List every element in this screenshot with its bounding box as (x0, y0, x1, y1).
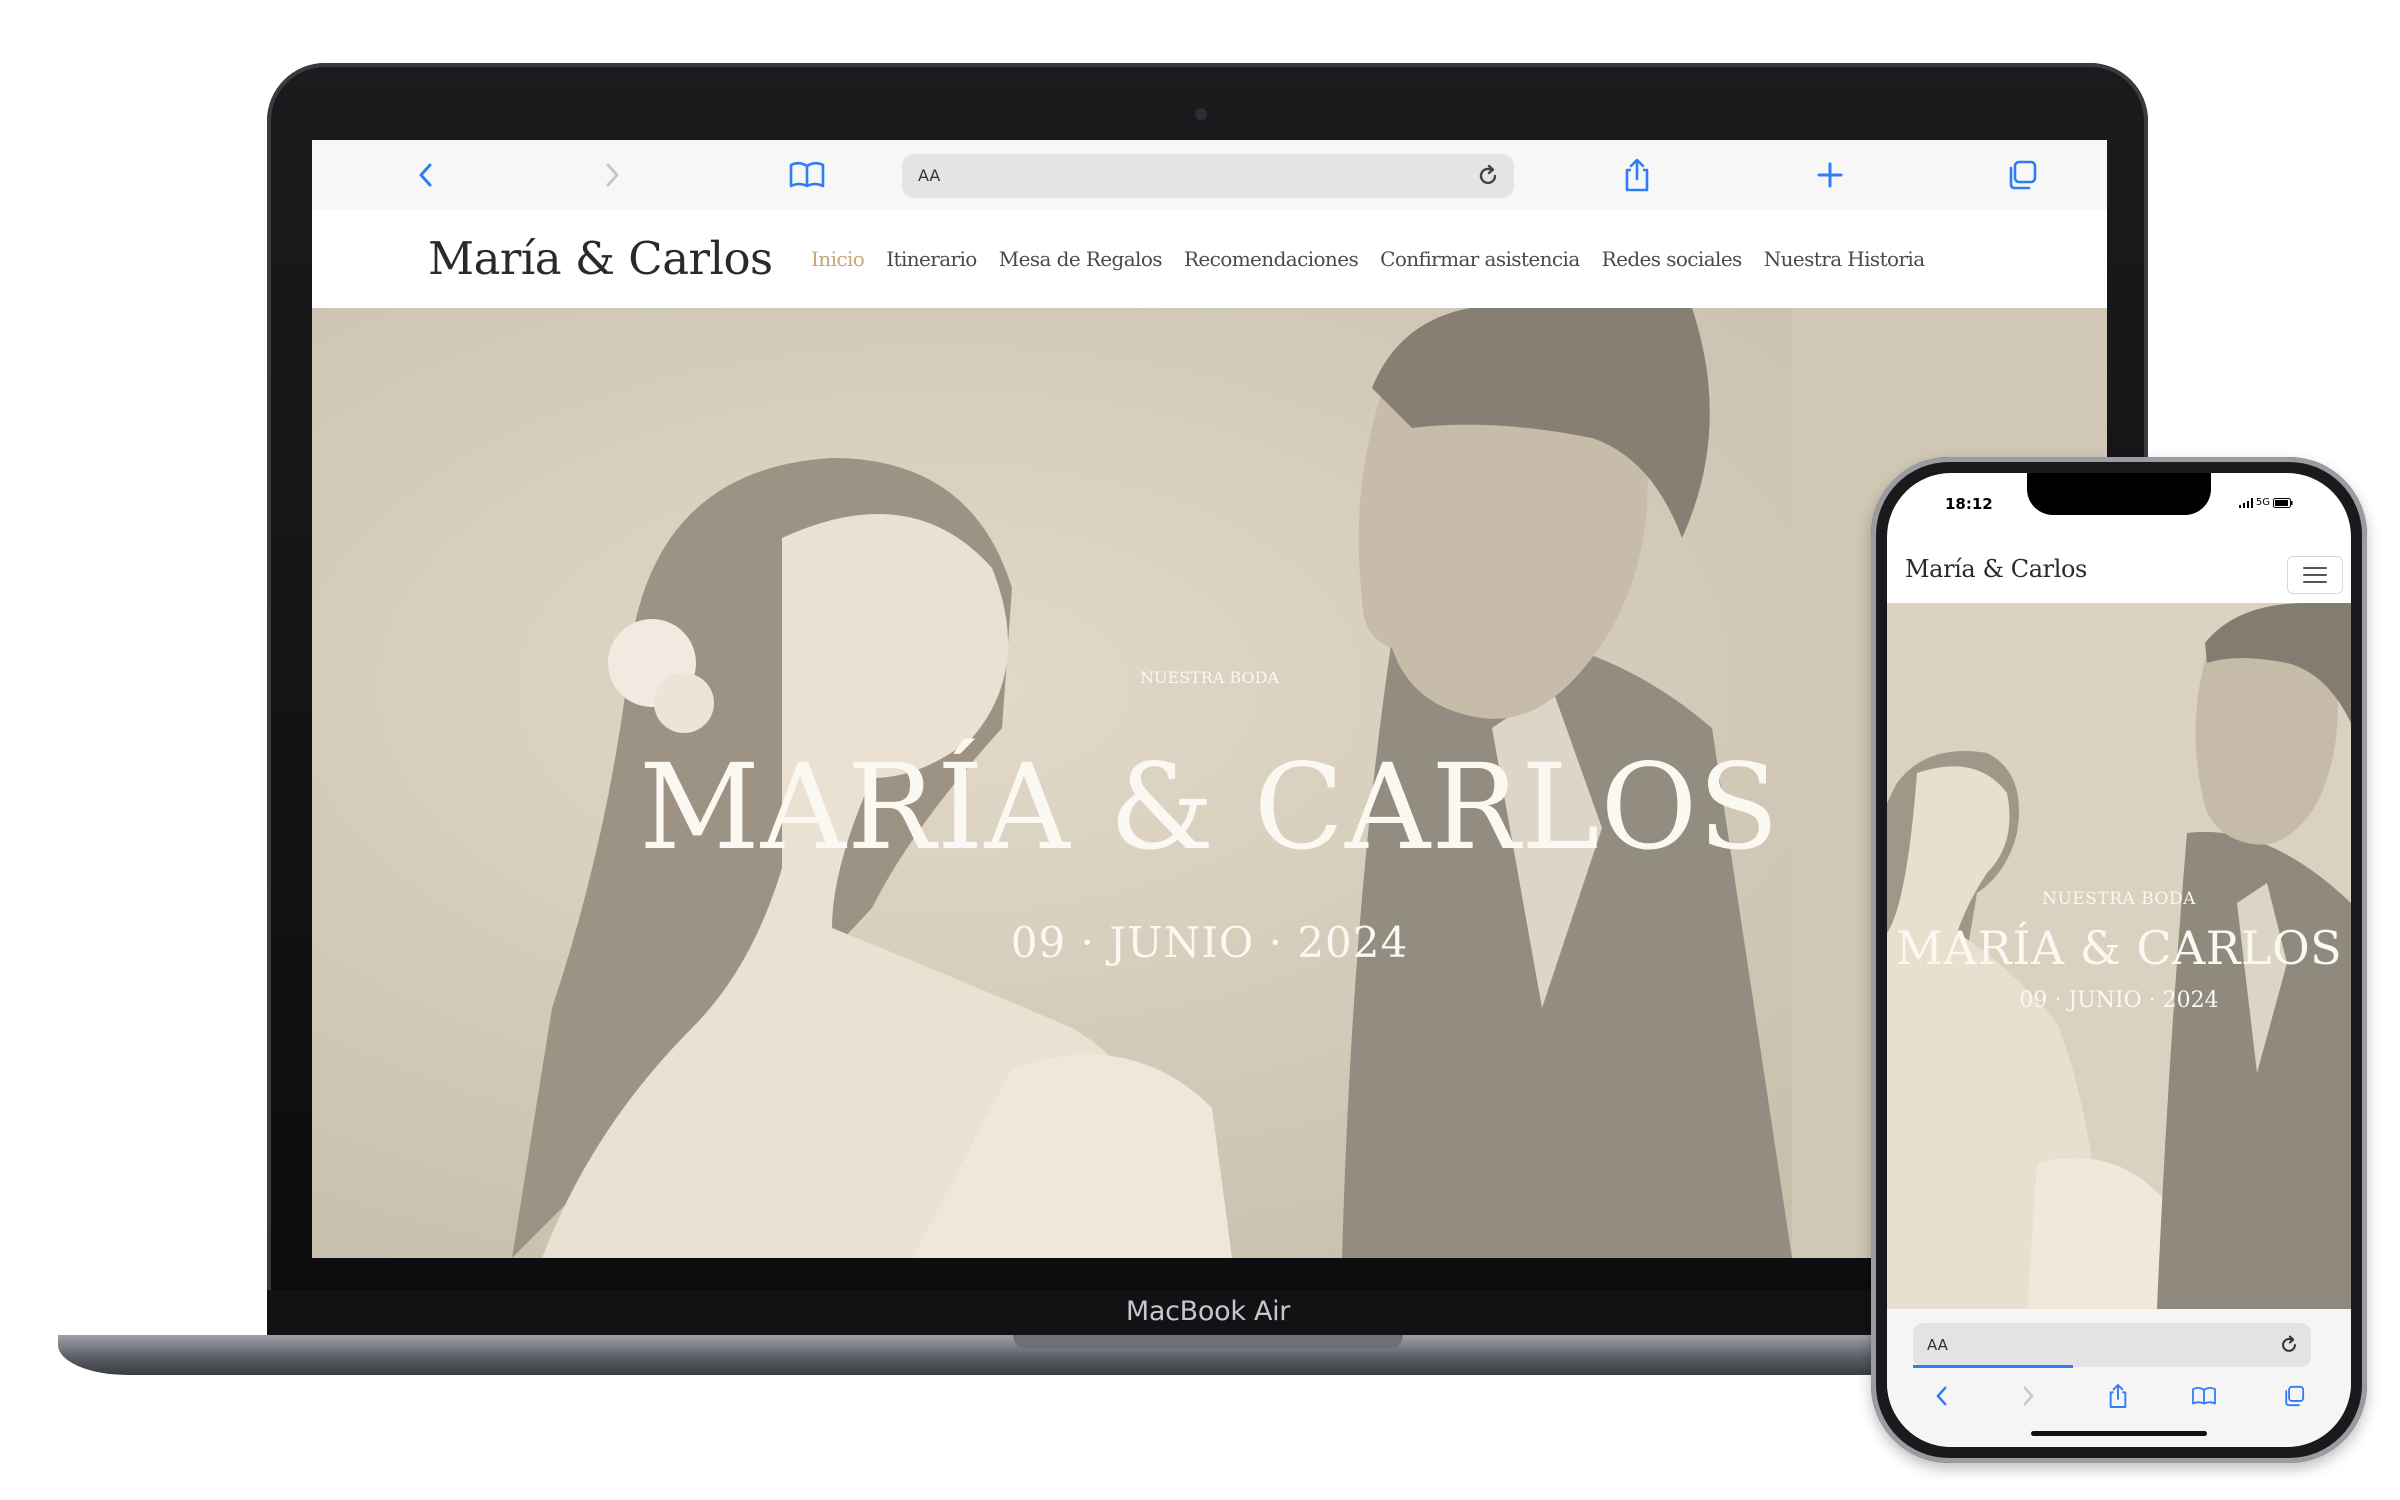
network-type: 5G (2255, 497, 2270, 508)
laptop-opening-notch (1013, 1335, 1403, 1349)
hero-section: NUESTRA BODA MARÍA & CARLOS 09 · JUNIO ·… (312, 308, 2107, 1258)
phone-hero-title: MARÍA & CARLOS (1895, 921, 2343, 975)
address-bar-text: AA (918, 166, 941, 185)
laptop-model-label: MacBook Air (1125, 1296, 1291, 1327)
phone-hero-section: NUESTRA BODA MARÍA & CARLOS 09 · JUNIO ·… (1887, 603, 2351, 1309)
hero-title: MARÍA & CARLOS (638, 738, 1781, 876)
nav-inicio[interactable]: Inicio (811, 247, 865, 271)
page-load-progress (1913, 1365, 2073, 1368)
reload-icon[interactable] (2275, 1331, 2303, 1359)
phone-hero-kicker: NUESTRA BODA (2042, 889, 2196, 909)
forward-icon[interactable] (592, 155, 632, 195)
home-indicator (2031, 1431, 2207, 1436)
tabs-icon[interactable] (2002, 155, 2042, 195)
laptop-camera (1195, 108, 1207, 120)
nav-recomendaciones[interactable]: Recomendaciones (1184, 247, 1359, 271)
phone-screen: 18:12 5G María & Carlos NUESTRA BODA MAR… (1887, 473, 2351, 1447)
nav-mesa-de-regalos[interactable]: Mesa de Regalos (999, 247, 1163, 271)
back-icon[interactable] (1925, 1379, 1959, 1413)
new-tab-icon[interactable] (1810, 155, 1850, 195)
share-icon[interactable] (2101, 1379, 2135, 1413)
address-bar[interactable]: AA (902, 154, 1514, 198)
nav-redes-sociales[interactable]: Redes sociales (1602, 247, 1743, 271)
battery-icon (2273, 497, 2293, 508)
nav-nuestra-historia[interactable]: Nuestra Historia (1764, 247, 1925, 271)
site-logo[interactable]: María & Carlos (428, 232, 773, 285)
phone-safari-bottom-bar: AA (1887, 1309, 2351, 1447)
status-indicators: 5G (2238, 497, 2293, 508)
phone-address-bar[interactable]: AA (1913, 1323, 2311, 1367)
bookmarks-icon[interactable] (787, 155, 827, 195)
back-icon[interactable] (406, 155, 446, 195)
status-time: 18:12 (1945, 495, 1993, 513)
share-icon[interactable] (1617, 155, 1657, 195)
hero-kicker: NUESTRA BODA (1139, 668, 1280, 687)
phone-notch (2027, 473, 2211, 515)
signal-icon (2238, 497, 2253, 508)
nav-itinerario[interactable]: Itinerario (886, 247, 977, 271)
phone-address-bar-text: AA (1927, 1336, 1948, 1354)
forward-icon[interactable] (2011, 1379, 2045, 1413)
tabs-icon[interactable] (2277, 1379, 2311, 1413)
phone-site-header: María & Carlos (1887, 541, 2351, 603)
nav-confirmar-asistencia[interactable]: Confirmar asistencia (1380, 247, 1580, 271)
laptop-screen: AA María & Carlos Inicio Itinerario Mesa… (312, 140, 2107, 1258)
reload-icon[interactable] (1472, 160, 1504, 192)
safari-toolbar: AA (312, 140, 2107, 211)
site-header: María & Carlos Inicio Itinerario Mesa de… (312, 210, 2107, 308)
site-nav: Inicio Itinerario Mesa de Regalos Recome… (811, 210, 1925, 308)
hero-date: 09 · JUNIO · 2024 (1010, 918, 1409, 967)
phone-hero-date: 09 · JUNIO · 2024 (2019, 988, 2219, 1013)
phone-site-logo[interactable]: María & Carlos (1905, 555, 2087, 583)
hamburger-menu-icon[interactable] (2287, 556, 2343, 594)
bookmarks-icon[interactable] (2187, 1379, 2221, 1413)
